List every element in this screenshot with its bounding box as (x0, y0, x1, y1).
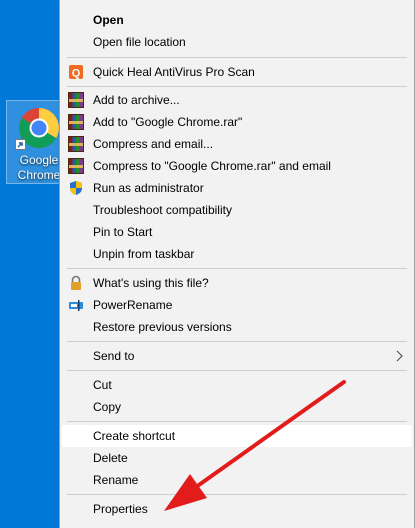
menu-item-label: Compress and email... (93, 137, 214, 151)
menu-item-unpin-from-taskbar[interactable]: Unpin from taskbar (62, 243, 412, 265)
menu-item-quick-heal-scan[interactable]: Q Quick Heal AntiVirus Pro Scan (62, 61, 412, 83)
menu-item-compress-rar-and-email[interactable]: Compress to "Google Chrome.rar" and emai… (62, 155, 412, 177)
chevron-right-icon (396, 350, 403, 362)
menu-item-run-as-administrator[interactable]: Run as administrator (62, 177, 412, 199)
menu-item-label: Create shortcut (93, 429, 176, 443)
menu-separator (67, 86, 407, 87)
quick-heal-icon: Q (69, 65, 83, 80)
menu-item-create-shortcut[interactable]: Create shortcut (62, 425, 412, 447)
menu-item-compress-and-email[interactable]: Compress and email... (62, 133, 412, 155)
winrar-icon (68, 158, 84, 174)
context-menu: Open Open file location Q Quick Heal Ant… (59, 0, 415, 528)
shortcut-arrow-icon (15, 139, 26, 150)
menu-item-send-to[interactable]: Send to (62, 345, 412, 367)
menu-separator (67, 421, 407, 422)
menu-item-troubleshoot-compatibility[interactable]: Troubleshoot compatibility (62, 199, 412, 221)
menu-separator (67, 57, 407, 58)
menu-item-copy[interactable]: Copy (62, 396, 412, 418)
menu-item-add-to-rar[interactable]: Add to "Google Chrome.rar" (62, 111, 412, 133)
menu-separator (67, 494, 407, 495)
menu-item-add-to-archive[interactable]: Add to archive... (62, 89, 412, 111)
menu-item-label: Compress to "Google Chrome.rar" and emai… (93, 159, 331, 173)
lock-icon (71, 275, 81, 290)
menu-item-delete[interactable]: Delete (62, 447, 412, 469)
menu-item-rename[interactable]: Rename (62, 469, 412, 491)
menu-item-label: PowerRename (93, 298, 173, 312)
menu-item-label: Open (93, 13, 124, 27)
menu-item-open[interactable]: Open (62, 9, 412, 31)
menu-item-pin-to-start[interactable]: Pin to Start (62, 221, 412, 243)
menu-item-powerrename[interactable]: PowerRename (62, 294, 412, 316)
menu-item-label: Pin to Start (93, 225, 153, 239)
menu-item-label: Delete (93, 451, 128, 465)
menu-item-label: Add to archive... (93, 93, 180, 107)
menu-item-label: Rename (93, 473, 139, 487)
menu-separator (67, 341, 407, 342)
menu-item-label: Run as administrator (93, 181, 204, 195)
winrar-icon (68, 92, 84, 108)
menu-item-label: Troubleshoot compatibility (93, 203, 232, 217)
uac-shield-icon (70, 181, 82, 195)
menu-item-open-file-location[interactable]: Open file location (62, 31, 412, 53)
menu-item-label: Add to "Google Chrome.rar" (93, 115, 243, 129)
menu-item-label: Quick Heal AntiVirus Pro Scan (93, 65, 255, 79)
menu-item-whats-using-this-file[interactable]: What's using this file? (62, 272, 412, 294)
menu-item-label: Copy (93, 400, 122, 414)
menu-separator (67, 370, 407, 371)
menu-item-label: Unpin from taskbar (93, 247, 195, 261)
menu-item-restore-previous-versions[interactable]: Restore previous versions (62, 316, 412, 338)
menu-item-label: Cut (93, 378, 112, 392)
menu-item-label: Restore previous versions (93, 320, 232, 334)
powerrename-icon (69, 300, 83, 311)
menu-separator (67, 268, 407, 269)
menu-item-properties[interactable]: Properties (62, 498, 412, 520)
svg-text:Q: Q (72, 68, 81, 80)
menu-item-label: Send to (93, 349, 135, 363)
winrar-icon (68, 136, 84, 152)
menu-item-label: What's using this file? (93, 276, 209, 290)
winrar-icon (68, 114, 84, 130)
menu-item-label: Open file location (93, 35, 186, 49)
menu-item-label: Properties (93, 502, 148, 516)
menu-item-cut[interactable]: Cut (62, 374, 412, 396)
